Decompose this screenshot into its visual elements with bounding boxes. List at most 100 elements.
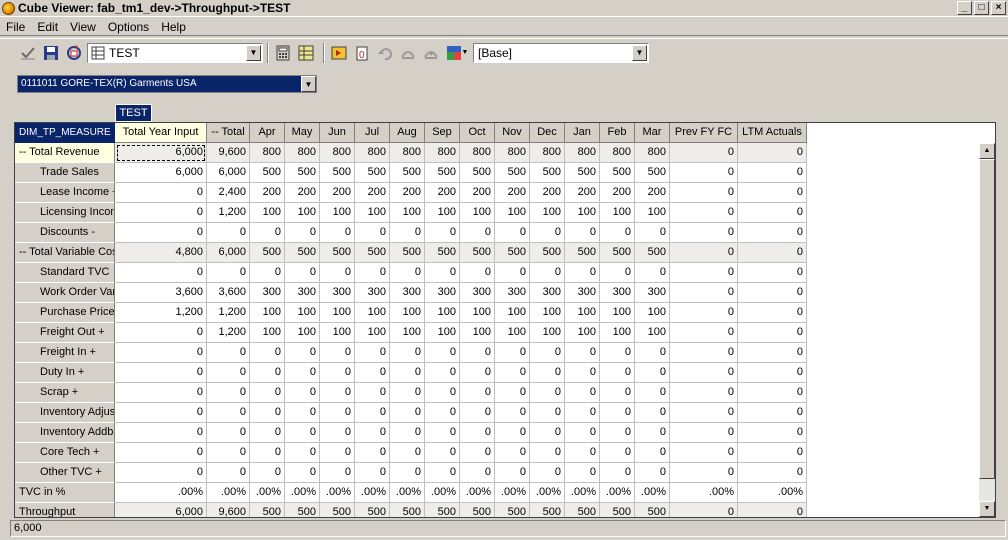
grid-cell[interactable]: 0 xyxy=(207,463,250,483)
grid-cell[interactable]: 0 xyxy=(425,463,460,483)
grid-cell[interactable]: 200 xyxy=(530,183,565,203)
grid-cell[interactable]: 100 xyxy=(355,323,390,343)
grid-cell[interactable]: 0 xyxy=(320,463,355,483)
grid-cell[interactable]: 0 xyxy=(115,203,207,223)
row-header[interactable]: Core Tech + xyxy=(15,443,115,463)
grid-cell[interactable]: 0 xyxy=(530,363,565,383)
grid-cell[interactable]: 300 xyxy=(320,283,355,303)
grid-cell[interactable]: 500 xyxy=(530,163,565,183)
grid-cell[interactable]: 6,000 xyxy=(115,503,207,517)
grid-cell[interactable]: 0 xyxy=(495,443,530,463)
grid-cell[interactable]: 0 xyxy=(425,383,460,403)
grid-cell[interactable]: 500 xyxy=(285,503,320,517)
grid-cell[interactable]: 0 xyxy=(250,343,285,363)
row-header[interactable]: Work Order Variance xyxy=(15,283,115,303)
grid-cell[interactable]: 0 xyxy=(738,303,807,323)
grid-cell[interactable]: .00% xyxy=(530,483,565,503)
grid-cell[interactable]: 0 xyxy=(320,403,355,423)
row-header[interactable]: Inventory Adjustments xyxy=(15,403,115,423)
redo-icon[interactable] xyxy=(398,43,418,63)
grid-cell[interactable]: 0 xyxy=(355,403,390,423)
scroll-thumb[interactable] xyxy=(979,159,995,479)
grid-cell[interactable]: 0 xyxy=(565,423,600,443)
grid-cell[interactable]: 0 xyxy=(670,503,738,517)
grid-cell[interactable]: 500 xyxy=(565,503,600,517)
grid-cell[interactable]: 300 xyxy=(495,283,530,303)
grid-cell[interactable]: 0 xyxy=(460,403,495,423)
grid-cell[interactable]: 0 xyxy=(207,383,250,403)
grid-cell[interactable]: 0 xyxy=(250,443,285,463)
grid-cell[interactable]: 100 xyxy=(355,303,390,323)
grid-cell[interactable]: 0 xyxy=(115,383,207,403)
grid-cell[interactable]: 0 xyxy=(495,403,530,423)
grid-cell[interactable]: 0 xyxy=(670,343,738,363)
grid-cell[interactable]: 0 xyxy=(390,463,425,483)
grid-cell[interactable]: 0 xyxy=(738,443,807,463)
grid-cell[interactable]: 0 xyxy=(565,383,600,403)
row-header[interactable]: -- Total Revenue xyxy=(15,143,115,163)
grid-cell[interactable]: 100 xyxy=(635,303,670,323)
menu-edit[interactable]: Edit xyxy=(37,20,58,34)
grid-cell[interactable]: 100 xyxy=(495,303,530,323)
grid-cell[interactable]: 0 xyxy=(207,263,250,283)
grid-cell[interactable]: 0 xyxy=(565,443,600,463)
grid-cell[interactable]: 0 xyxy=(250,263,285,283)
chevron-down-icon[interactable]: ▼ xyxy=(246,44,261,61)
grid-cell[interactable]: 0 xyxy=(495,463,530,483)
grid-cell[interactable]: 0 xyxy=(530,443,565,463)
grid-cell[interactable]: .00% xyxy=(115,483,207,503)
grid-cell[interactable]: 0 xyxy=(670,143,738,163)
grid-cell[interactable]: 0 xyxy=(207,403,250,423)
grid-cell[interactable]: 0 xyxy=(635,343,670,363)
grid-cell[interactable]: 0 xyxy=(600,223,635,243)
grid-cell[interactable]: 200 xyxy=(425,183,460,203)
grid-cell[interactable]: 0 xyxy=(115,343,207,363)
grid-cell[interactable]: 0 xyxy=(738,363,807,383)
grid-cell[interactable]: 0 xyxy=(635,263,670,283)
grid-cell[interactable]: .00% xyxy=(250,483,285,503)
grid-cell[interactable]: 800 xyxy=(425,143,460,163)
grid-cell[interactable]: 0 xyxy=(600,383,635,403)
scroll-down-icon[interactable]: ▼ xyxy=(979,501,995,517)
grid-cell[interactable]: 500 xyxy=(425,163,460,183)
grid-cell[interactable]: 0 xyxy=(565,403,600,423)
grid-cell[interactable]: 0 xyxy=(738,463,807,483)
grid-cell[interactable]: 0 xyxy=(530,383,565,403)
grid-cell[interactable]: 0 xyxy=(565,223,600,243)
grid-cell[interactable]: .00% xyxy=(460,483,495,503)
grid-cell[interactable]: 500 xyxy=(460,243,495,263)
grid-cell[interactable]: 0 xyxy=(320,223,355,243)
column-header[interactable]: LTM Actuals xyxy=(738,123,807,143)
grid-cell[interactable]: 0 xyxy=(115,443,207,463)
grid-cell[interactable]: 300 xyxy=(285,283,320,303)
column-header[interactable]: Oct xyxy=(460,123,495,143)
grid-cell[interactable]: 1,200 xyxy=(207,203,250,223)
grid-cell[interactable]: .00% xyxy=(495,483,530,503)
grid-cell[interactable]: 0 xyxy=(355,383,390,403)
grid-cell[interactable]: .00% xyxy=(425,483,460,503)
grid-cell[interactable]: 800 xyxy=(460,143,495,163)
grid-cell[interactable]: 0 xyxy=(495,363,530,383)
grid-cell[interactable]: 0 xyxy=(738,503,807,517)
grid-cell[interactable]: 9,600 xyxy=(207,503,250,517)
grid-cell[interactable]: 0 xyxy=(390,443,425,463)
grid-cell[interactable]: 3,600 xyxy=(115,283,207,303)
grid-cell[interactable]: 0 xyxy=(565,343,600,363)
grid-cell[interactable]: .00% xyxy=(285,483,320,503)
grid-cell[interactable]: 0 xyxy=(495,383,530,403)
grid-cell[interactable]: 500 xyxy=(460,503,495,517)
grid-cell[interactable]: 0 xyxy=(390,343,425,363)
grid-cell[interactable]: 0 xyxy=(207,443,250,463)
grid-cell[interactable]: 0 xyxy=(670,363,738,383)
grid-cell[interactable]: 0 xyxy=(207,423,250,443)
grid-cell[interactable]: 3,600 xyxy=(207,283,250,303)
grid-cell[interactable]: 0 xyxy=(530,223,565,243)
menu-help[interactable]: Help xyxy=(161,20,186,34)
grid-cell[interactable]: 0 xyxy=(250,363,285,383)
grid-cell[interactable]: 0 xyxy=(670,183,738,203)
grid-cell[interactable]: .00% xyxy=(390,483,425,503)
grid-cell[interactable]: 0 xyxy=(670,163,738,183)
grid-cell[interactable]: 100 xyxy=(495,323,530,343)
grid-cell[interactable]: .00% xyxy=(738,483,807,503)
row-header[interactable]: Inventory Addbacks xyxy=(15,423,115,443)
